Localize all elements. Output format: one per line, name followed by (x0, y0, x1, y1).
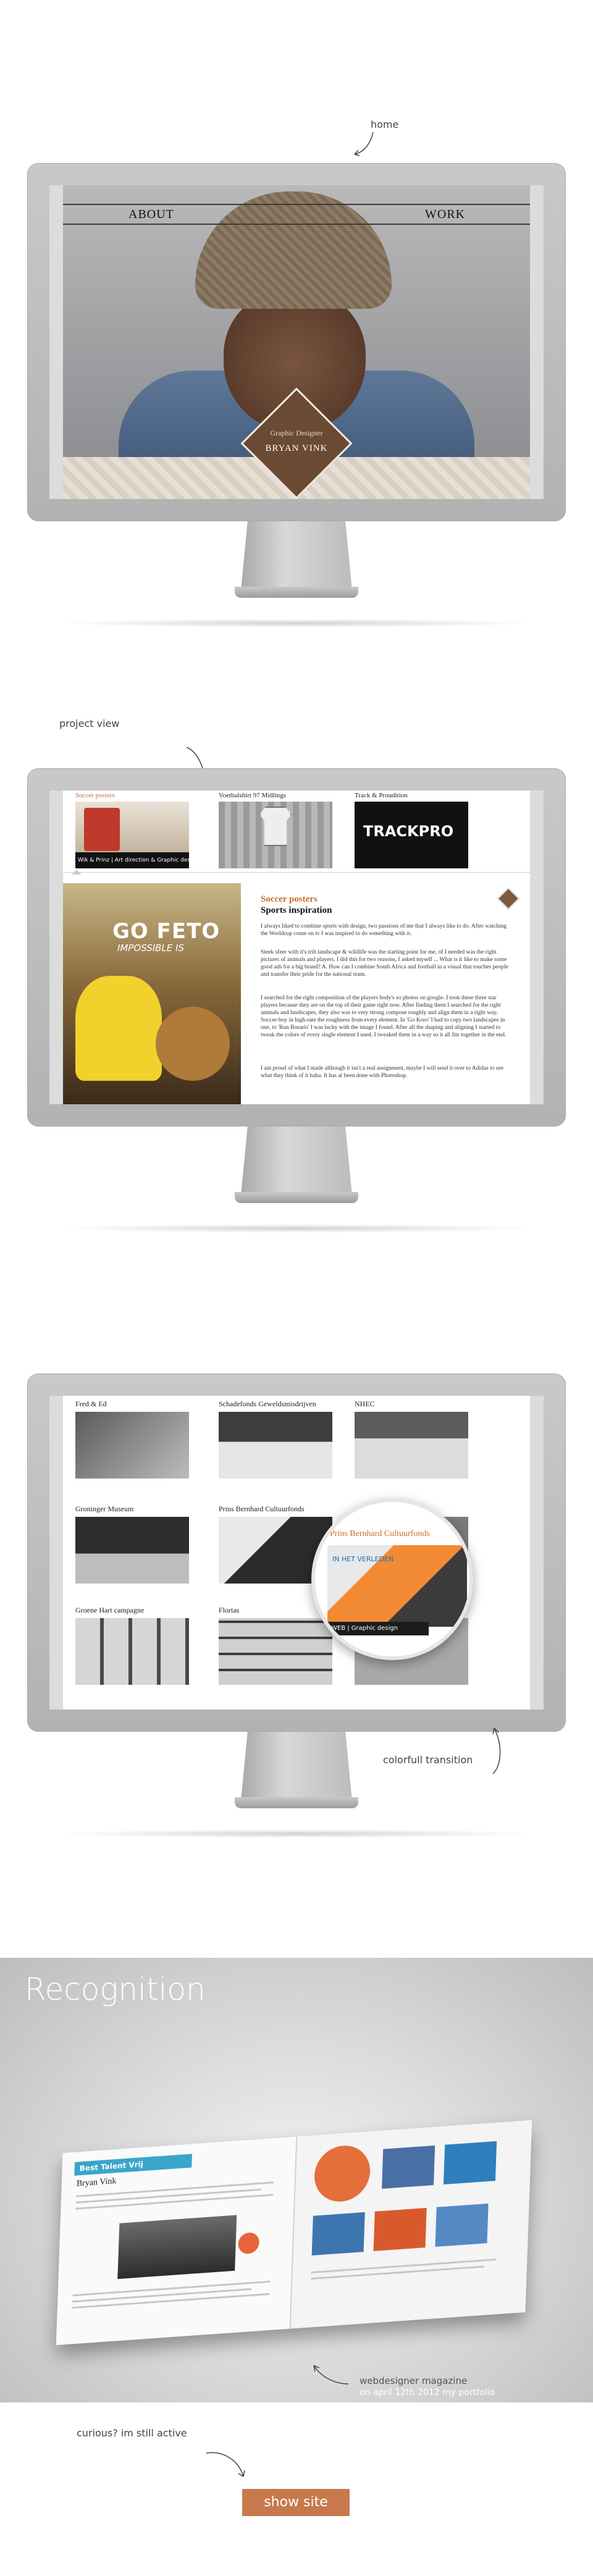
thumb-title-track: Track & Proudition (355, 792, 408, 799)
magnifier-title: Prins Bernhard Cultuurfonds (330, 1529, 430, 1538)
home-screen: ABOUT WORK Graphic Designer BRYAN VINK (63, 185, 530, 499)
show-site-button[interactable]: show site (242, 2489, 350, 2516)
magazine-spread: Best Talent Vrij Bryan Vink (56, 2120, 532, 2346)
monitor-neck (241, 521, 352, 590)
nav-line-bottom (63, 224, 530, 225)
grid-title-prins-bernhard: Prins Bernhard Cultuurfonds (219, 1504, 305, 1513)
grid-thumb[interactable] (75, 1412, 189, 1479)
curious-annotation: curious? im still active (77, 2427, 187, 2439)
grid-thumb[interactable] (75, 1517, 189, 1584)
recognition-section: Recognition Best Talent Vrij Bryan Vink (0, 1958, 593, 2402)
magazine-tile (443, 2141, 497, 2184)
transition-annotation: colorfull transition (383, 1754, 473, 1766)
thumb-soccer-player (84, 808, 120, 851)
magazine-tile (382, 2145, 435, 2189)
grid-title-schadefonds: Schadefonds Geweldsmisdrijven (219, 1399, 316, 1408)
magazine-tile (373, 2207, 427, 2252)
project-paragraph: I am proud of what I made although it is… (261, 1065, 503, 1079)
poster-title: GO FETO (112, 919, 221, 944)
arrow-icon (354, 132, 374, 156)
grid-thumb[interactable] (75, 1618, 189, 1685)
thumb-soccer[interactable]: Wik & Prinz | Art direction & Graphic de… (75, 802, 189, 868)
nav-line-top (63, 204, 530, 205)
arrow-icon (492, 1727, 501, 1774)
grid-title-fred-ed: Fred & Ed (75, 1399, 107, 1408)
monitor-shadow (56, 1224, 537, 1233)
grid-title-groene-hart: Groene Hart campagne (75, 1606, 145, 1614)
poster-subtitle: IMPOSSIBLE IS (117, 942, 184, 954)
overview-screen: Fred & Ed Schadefonds Geweldsmisdrijven … (63, 1396, 530, 1710)
monitor-neck (241, 1732, 352, 1801)
divider (63, 872, 530, 873)
hero-hat (195, 191, 392, 309)
recognition-title: Recognition (25, 1971, 206, 2007)
magazine-name: Bryan Vink (76, 2176, 117, 2189)
thumb-voetbalshirt[interactable] (219, 802, 332, 868)
poster-player (75, 976, 162, 1081)
poster-image: GO FETO IMPOSSIBLE IS (63, 883, 241, 1104)
magazine-header: Best Talent Vrij (74, 2154, 192, 2176)
caret-up-icon (72, 870, 82, 875)
project-paragraph: Steek sfeer with it's trib landscape & w… (261, 949, 508, 978)
shirt-icon (259, 807, 292, 846)
project-title: Soccer posters (261, 894, 318, 904)
poster-lion (156, 1007, 230, 1081)
magazine-left-page: Best Talent Vrij Bryan Vink (56, 2136, 298, 2346)
magnifier-link[interactable]: IN HET VERLEDEN (332, 1555, 393, 1563)
monitor-foot (235, 587, 358, 598)
thumb-track[interactable]: TRACKPRO (355, 802, 468, 868)
project-paragraph: I searched for the right composition of … (261, 995, 507, 1038)
magazine-tile (435, 2203, 489, 2247)
recognition-caption: webdesigner magazine (360, 2375, 468, 2386)
badge-subtitle: Graphic Designer (270, 429, 323, 437)
thumb-soccer-caption: Wik & Prinz | Art direction & Graphic de… (75, 852, 189, 868)
text-line (311, 2265, 484, 2280)
grid-title-groninger: Groninger Museum (75, 1504, 134, 1513)
badge-name: BRYAN VINK (265, 443, 328, 453)
grid-thumb[interactable] (219, 1618, 332, 1685)
project-paragraph: I always liked to combine sports with de… (261, 923, 507, 937)
magnifier-caption: WEB | Graphic design (327, 1622, 429, 1635)
grid-title-flortas: Flortas (219, 1606, 240, 1614)
magazine-right-page (290, 2120, 532, 2329)
magnifier-lens: Prins Bernhard Cultuurfonds IN HET VERLE… (311, 1498, 473, 1660)
thumb-title-voetbalshirt: Voetbalshirt 97 Midlings (219, 792, 287, 799)
thumb-title-soccer: Soccer posters (75, 792, 115, 799)
monitor-shadow (56, 1829, 537, 1838)
nav-about-link[interactable]: ABOUT (128, 208, 174, 222)
magazine-photo (117, 2215, 237, 2280)
monitor-foot (235, 1797, 358, 1808)
project-view-annotation: project view (59, 718, 120, 729)
monitor-shadow (56, 619, 537, 627)
project-screen: Soccer posters Voetbalshirt 97 Midlings … (63, 791, 530, 1104)
grid-thumb[interactable] (355, 1412, 468, 1479)
nav-work-link[interactable]: WORK (425, 208, 465, 222)
arrow-icon (313, 2365, 349, 2385)
grid-title-nhec: NHEC (355, 1399, 375, 1408)
grid-thumb[interactable] (219, 1412, 332, 1479)
recognition-date: on april 12th 2012 my portfolio (360, 2388, 495, 2398)
arrow-icon (206, 2452, 245, 2477)
magazine-badge (238, 2231, 260, 2255)
thumb-track-logo: TRACKPRO (363, 823, 454, 840)
logo-diamond-small[interactable] (497, 887, 520, 910)
monitor-neck (241, 1126, 352, 1196)
magazine-tile (311, 2212, 365, 2256)
home-annotation: home (371, 119, 399, 130)
magazine-illustration (313, 2144, 371, 2204)
monitor-foot (235, 1192, 358, 1203)
project-subtitle: Sports inspiration (261, 905, 332, 915)
